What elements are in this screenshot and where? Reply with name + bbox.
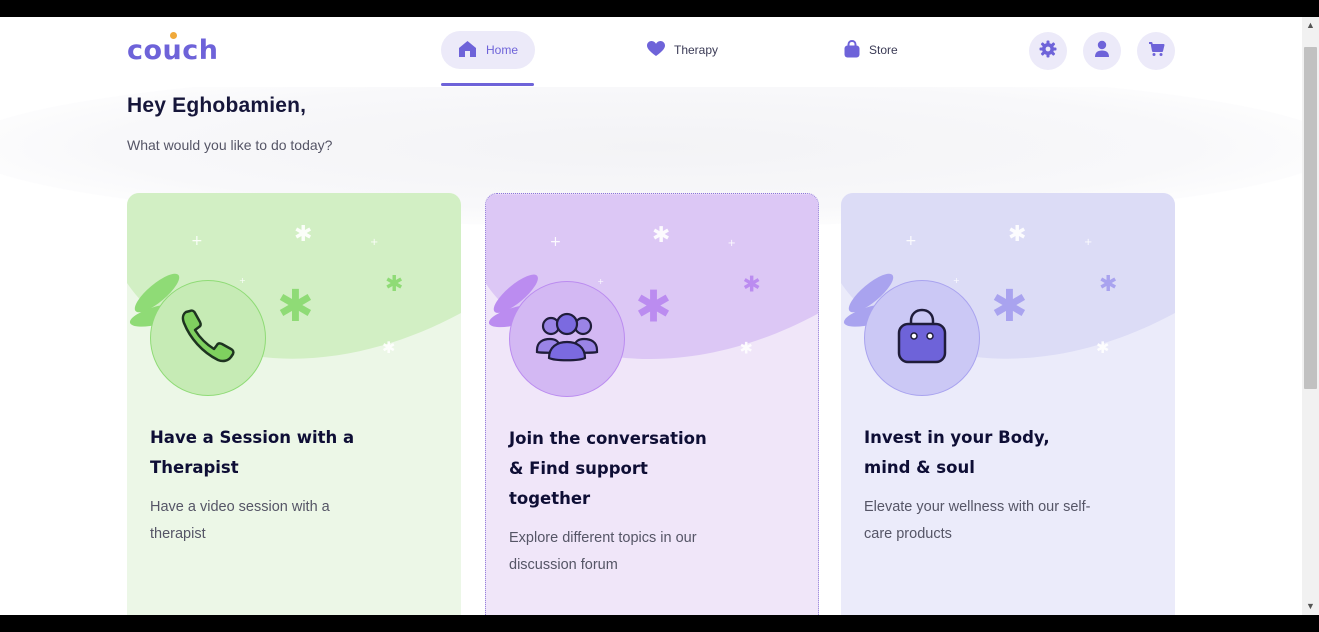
- svg-text:✱: ✱: [742, 273, 760, 298]
- svg-text:✱: ✱: [739, 338, 752, 357]
- window-top-edge: [0, 0, 1319, 17]
- svg-text:✱: ✱: [991, 281, 1028, 332]
- card-icon-circle: [150, 280, 266, 396]
- card-title: Join the conversation & Find support tog…: [509, 424, 749, 514]
- card-title-line: & Find support: [509, 459, 648, 478]
- therapy-session-card[interactable]: + + + ✱ ✱ ✱ ✱ Have a Session with a Ther…: [127, 193, 461, 615]
- svg-text:+: +: [597, 277, 604, 286]
- svg-text:+: +: [370, 237, 378, 248]
- scrollbar-thumb[interactable]: [1304, 47, 1317, 389]
- window-bottom-edge: [0, 615, 1319, 632]
- svg-text:✱: ✱: [1099, 272, 1117, 297]
- card-description: Have a video session with a therapist: [150, 494, 390, 548]
- card-title-line: Invest in your Body,: [864, 428, 1050, 447]
- gear-icon: [1039, 40, 1057, 63]
- svg-text:+: +: [550, 234, 562, 250]
- active-tab-indicator: [441, 83, 534, 86]
- card-title-line: Have a Session with a: [150, 428, 355, 447]
- svg-text:+: +: [191, 233, 203, 249]
- scroll-up-arrow-icon[interactable]: ▲: [1302, 17, 1319, 34]
- profile-button[interactable]: [1083, 32, 1121, 70]
- card-desc-line: therapist: [150, 526, 206, 542]
- heart-icon: [647, 40, 665, 60]
- community-forum-card[interactable]: + + + ✱ ✱ ✱ ✱ Join the conversation & Fi…: [485, 193, 819, 615]
- svg-text:✱: ✱: [382, 338, 395, 357]
- card-desc-line: Have a video session with a: [150, 499, 330, 515]
- cart-button[interactable]: [1137, 32, 1175, 70]
- nav-tab-store[interactable]: Store: [844, 31, 898, 69]
- greeting-title: Hey Eghobamien,: [127, 94, 307, 117]
- logo-dot: [170, 32, 177, 39]
- scroll-down-arrow-icon[interactable]: ▼: [1302, 598, 1319, 615]
- logo-text: couch: [127, 35, 219, 66]
- svg-text:+: +: [1084, 237, 1092, 248]
- page-viewport: couch Home Therapy Store Hey Eghobamien,…: [0, 17, 1302, 615]
- card-desc-line: Elevate your wellness with our self-: [864, 499, 1091, 515]
- card-desc-line: care products: [864, 526, 952, 542]
- handbag-icon: [896, 307, 948, 370]
- svg-text:+: +: [728, 238, 736, 249]
- card-title-line: together: [509, 489, 591, 508]
- nav-tab-label: Home: [486, 43, 519, 57]
- card-desc-line: discussion forum: [509, 557, 618, 573]
- nav-tab-label: Store: [869, 43, 898, 57]
- user-icon: [1094, 40, 1110, 63]
- svg-text:+: +: [905, 233, 917, 249]
- card-icon-circle: [509, 281, 625, 397]
- card-title-line: Join the conversation: [509, 429, 707, 448]
- shopping-bag-icon: [844, 39, 860, 61]
- couch-logo[interactable]: couch: [127, 32, 219, 66]
- card-title-line: Therapist: [150, 458, 239, 477]
- svg-text:✱: ✱: [1008, 222, 1026, 247]
- svg-text:✱: ✱: [385, 272, 403, 297]
- svg-text:+: +: [239, 276, 246, 285]
- svg-text:✱: ✱: [294, 222, 312, 247]
- phone-icon: [178, 306, 238, 371]
- card-description: Explore different topics in our discussi…: [509, 525, 749, 579]
- home-icon: [458, 40, 477, 61]
- community-icon: [535, 310, 599, 369]
- card-title: Invest in your Body, mind & soul: [864, 423, 1104, 483]
- svg-text:✱: ✱: [277, 281, 314, 332]
- nav-tab-home[interactable]: Home: [441, 31, 536, 69]
- card-wave-decoration: + + + ✱ ✱ ✱ ✱: [127, 193, 461, 359]
- self-care-store-card[interactable]: + + + ✱ ✱ ✱ ✱ Invest in your Body, mind …: [841, 193, 1175, 615]
- svg-text:+: +: [953, 276, 960, 285]
- card-title: Have a Session with a Therapist: [150, 423, 390, 483]
- card-desc-line: Explore different topics in our: [509, 530, 697, 546]
- svg-text:✱: ✱: [635, 282, 672, 333]
- top-navbar: couch Home Therapy Store: [0, 17, 1302, 87]
- greeting-subtitle: What would you like to do today?: [127, 137, 333, 153]
- settings-button[interactable]: [1029, 32, 1067, 70]
- card-wave-decoration: + + + ✱ ✱ ✱ ✱: [841, 193, 1175, 359]
- card-icon-circle: [864, 280, 980, 396]
- cart-icon: [1148, 41, 1165, 62]
- vertical-scrollbar[interactable]: ▲ ▼: [1302, 17, 1319, 615]
- svg-text:✱: ✱: [1096, 338, 1109, 357]
- nav-tab-therapy[interactable]: Therapy: [647, 31, 718, 69]
- svg-text:✱: ✱: [652, 223, 670, 248]
- card-description: Elevate your wellness with our self- car…: [864, 494, 1124, 548]
- nav-tab-label: Therapy: [674, 43, 719, 57]
- card-title-line: mind & soul: [864, 458, 975, 477]
